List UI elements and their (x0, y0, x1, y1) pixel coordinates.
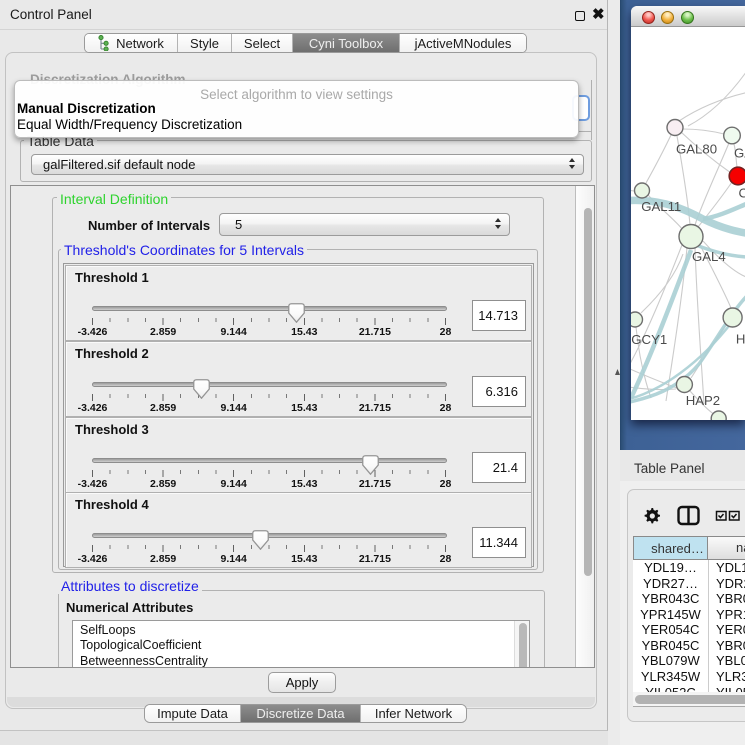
svg-text:HIS: HIS (736, 332, 745, 347)
svg-text:CY: CY (739, 186, 745, 201)
svg-text:GAL80: GAL80 (676, 142, 717, 157)
svg-text:GCY1: GCY1 (631, 332, 667, 347)
svg-text:GA: GA (734, 146, 745, 161)
svg-text:GAL4: GAL4 (692, 249, 726, 264)
svg-text:GAL11: GAL11 (641, 199, 681, 214)
svg-text:HAP2: HAP2 (686, 393, 720, 408)
